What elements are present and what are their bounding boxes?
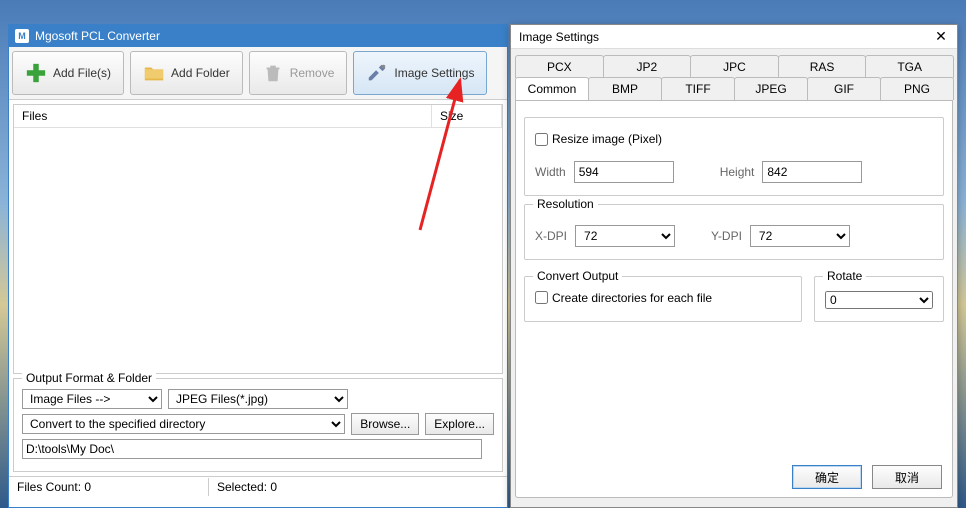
rotate-legend: Rotate	[823, 269, 866, 283]
convert-output-group: Convert Output Create directories for ea…	[524, 276, 802, 322]
explore-button[interactable]: Explore...	[425, 413, 494, 435]
add-files-label: Add File(s)	[53, 66, 111, 80]
dialog-title: Image Settings	[519, 30, 599, 44]
tab-jp2[interactable]: JP2	[603, 55, 692, 78]
height-label: Height	[720, 165, 755, 179]
tabs-row-2: Common BMP TIFF JPEG GIF PNG	[515, 77, 953, 100]
resolution-group: Resolution X-DPI 72 Y-DPI 72	[524, 204, 944, 260]
resize-label: Resize image (Pixel)	[552, 132, 662, 146]
format-select[interactable]: Image Files -->	[22, 389, 162, 409]
output-group: Output Format & Folder Image Files --> J…	[13, 378, 503, 472]
image-settings-dialog: Image Settings ✕ PCX JP2 JPC RAS TGA Com…	[510, 24, 958, 508]
tab-pcx[interactable]: PCX	[515, 55, 604, 78]
output-path-input[interactable]	[22, 439, 482, 459]
app-title: Mgosoft PCL Converter	[35, 29, 160, 43]
list-header: Files Size	[14, 105, 502, 128]
tab-ras[interactable]: RAS	[778, 55, 867, 78]
xdpi-select[interactable]: 72	[575, 225, 675, 247]
tab-png[interactable]: PNG	[880, 77, 954, 100]
filetype-select[interactable]: JPEG Files(*.jpg)	[168, 389, 348, 409]
remove-label: Remove	[290, 66, 335, 80]
tab-gif[interactable]: GIF	[807, 77, 881, 100]
tab-common[interactable]: Common	[515, 77, 589, 100]
width-input[interactable]	[574, 161, 674, 183]
width-label: Width	[535, 165, 566, 179]
create-dirs-label: Create directories for each file	[552, 291, 712, 305]
create-dirs-input[interactable]	[535, 291, 548, 304]
main-window: M Mgosoft PCL Converter Add File(s) Add …	[8, 24, 508, 508]
height-input[interactable]	[762, 161, 862, 183]
resolution-legend: Resolution	[533, 197, 598, 211]
dir-mode-select[interactable]: Convert to the specified directory	[22, 414, 345, 434]
status-files-count: Files Count: 0	[9, 478, 209, 496]
tab-jpc[interactable]: JPC	[690, 55, 779, 78]
add-folder-label: Add Folder	[171, 66, 230, 80]
folder-icon	[143, 62, 165, 84]
status-bar: Files Count: 0 Selected: 0	[9, 476, 507, 496]
ydpi-select[interactable]: 72	[750, 225, 850, 247]
add-folder-button[interactable]: Add Folder	[130, 51, 243, 95]
trash-icon	[262, 62, 284, 84]
rotate-select[interactable]: 0	[825, 291, 933, 309]
status-selected: Selected: 0	[209, 478, 285, 496]
resize-checkbox[interactable]: Resize image (Pixel)	[535, 132, 662, 146]
app-logo-icon: M	[15, 29, 29, 43]
ydpi-label: Y-DPI	[711, 229, 742, 243]
create-dirs-checkbox[interactable]: Create directories for each file	[535, 291, 712, 305]
tab-panel-common: Resize image (Pixel) Width Height Resolu…	[515, 100, 953, 498]
output-legend: Output Format & Folder	[22, 371, 156, 385]
add-files-button[interactable]: Add File(s)	[12, 51, 124, 95]
tab-tiff[interactable]: TIFF	[661, 77, 735, 100]
toolbar: Add File(s) Add Folder Remove Image Sett…	[9, 47, 507, 100]
tab-tga[interactable]: TGA	[865, 55, 954, 78]
plus-icon	[25, 62, 47, 84]
cancel-button[interactable]: 取消	[872, 465, 942, 489]
tab-bmp[interactable]: BMP	[588, 77, 662, 100]
file-list[interactable]: Files Size	[13, 104, 503, 374]
resize-checkbox-input[interactable]	[535, 133, 548, 146]
col-size[interactable]: Size	[432, 105, 502, 127]
close-icon[interactable]: ✕	[931, 27, 951, 45]
tabs-row-1: PCX JP2 JPC RAS TGA	[515, 55, 953, 78]
dialog-titlebar[interactable]: Image Settings ✕	[511, 25, 957, 49]
remove-button[interactable]: Remove	[249, 51, 348, 95]
image-settings-label: Image Settings	[394, 66, 474, 80]
convert-legend: Convert Output	[533, 269, 622, 283]
dialog-buttons: 确定 取消	[792, 465, 942, 489]
xdpi-label: X-DPI	[535, 229, 567, 243]
rotate-group: Rotate 0	[814, 276, 944, 322]
tools-icon	[366, 62, 388, 84]
resize-group: Resize image (Pixel) Width Height	[524, 117, 944, 196]
col-files[interactable]: Files	[14, 105, 432, 127]
browse-button[interactable]: Browse...	[351, 413, 419, 435]
image-settings-button[interactable]: Image Settings	[353, 51, 487, 95]
ok-button[interactable]: 确定	[792, 465, 862, 489]
main-titlebar[interactable]: M Mgosoft PCL Converter	[9, 25, 507, 47]
tab-jpeg[interactable]: JPEG	[734, 77, 808, 100]
